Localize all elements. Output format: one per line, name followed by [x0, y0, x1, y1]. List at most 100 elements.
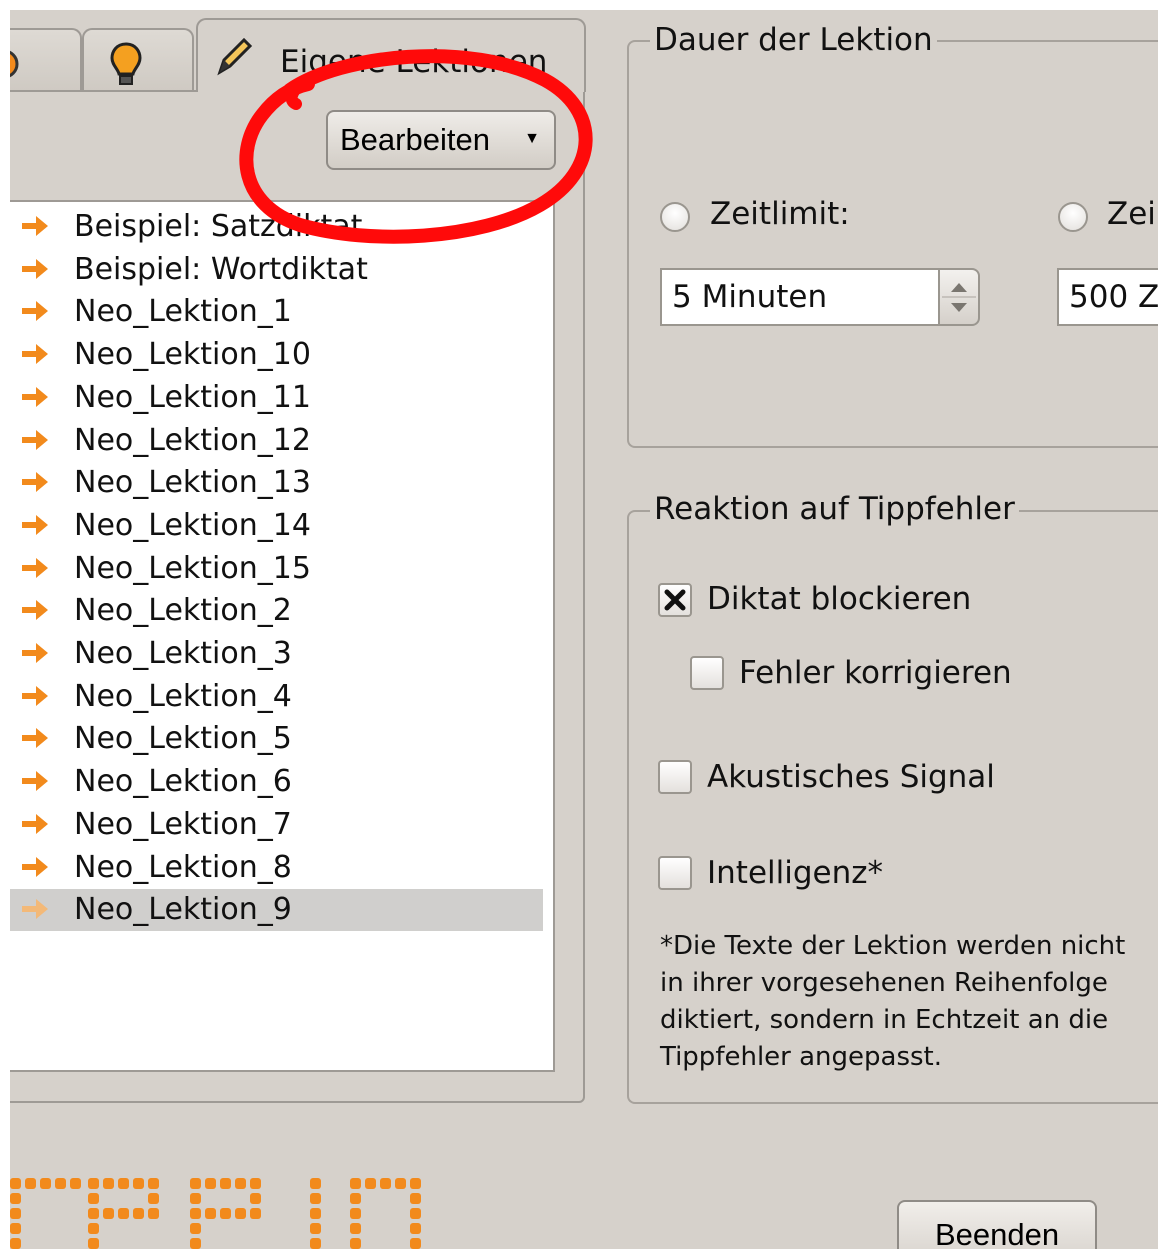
time-limit-stepper[interactable] — [938, 268, 980, 326]
arrow-right-icon — [22, 643, 48, 663]
logo-dot — [250, 1193, 261, 1204]
lesson-item[interactable]: Neo_Lektion_7 — [10, 804, 543, 846]
lesson-item[interactable]: Neo_Lektion_12 — [10, 420, 543, 462]
intelligence-checkbox[interactable] — [658, 856, 692, 890]
logo-dot — [118, 1178, 129, 1189]
logo-dot — [190, 1193, 201, 1204]
time-limit-label: Zeitlimit: — [710, 196, 850, 232]
tab-own-lessons[interactable]: Eigene Lektionen — [196, 18, 586, 92]
arrow-right-icon — [22, 514, 48, 535]
time-limit-radio[interactable] — [660, 202, 690, 232]
logo-dot — [410, 1208, 421, 1219]
lesson-item[interactable]: Neo_Lektion_14 — [10, 505, 543, 547]
edit-menu-button[interactable]: Bearbeiten ▼ — [326, 110, 556, 170]
logo-dot — [10, 1193, 21, 1204]
app-logo — [10, 1178, 421, 1249]
logo-dot — [350, 1223, 361, 1234]
lesson-list[interactable]: Beispiel: Satzdiktat Beispiel: Wortdiktat… — [10, 200, 555, 1072]
quit-button[interactable]: Beenden — [897, 1200, 1097, 1249]
logo-dot — [88, 1238, 99, 1249]
logo-dot — [10, 1238, 21, 1249]
time-limit-input[interactable]: 5 Minuten — [660, 268, 942, 326]
lesson-item[interactable]: Beispiel: Wortdiktat — [10, 249, 543, 291]
tab-statistics[interactable] — [10, 28, 82, 90]
logo-dot — [410, 1223, 421, 1234]
logo-dot — [103, 1178, 114, 1189]
lesson-item[interactable]: Neo_Lektion_6 — [10, 761, 543, 803]
logo-dot — [10, 1208, 21, 1219]
arrow-right-icon — [22, 899, 48, 920]
lesson-item[interactable]: Neo_Lektion_13 — [10, 462, 543, 504]
lesson-label: Neo_Lektion_3 — [74, 636, 292, 671]
logo-dot — [133, 1208, 144, 1219]
lesson-item[interactable]: Neo_Lektion_4 — [10, 676, 543, 718]
logo-dot — [350, 1238, 361, 1249]
arrow-right-icon — [22, 813, 48, 834]
logo-dot — [40, 1178, 51, 1189]
char-limit-radio[interactable] — [1058, 202, 1088, 232]
lesson-item[interactable]: Neo_Lektion_10 — [10, 334, 543, 376]
lesson-item[interactable]: Neo_Lektion_8 — [10, 847, 543, 889]
char-limit-input[interactable]: 500 Z — [1057, 268, 1158, 326]
lesson-item[interactable]: Neo_Lektion_11 — [10, 377, 543, 419]
checkmark-x-icon — [664, 589, 686, 611]
block-dictation-checkbox[interactable] — [658, 583, 692, 617]
logo-dot — [410, 1238, 421, 1249]
lightbulb-icon — [110, 42, 142, 85]
tab-label: Eigene Lektionen — [280, 44, 548, 80]
logo-dot — [310, 1178, 321, 1189]
lesson-item[interactable]: Neo_Lektion_5 — [10, 718, 543, 760]
arrow-right-icon — [22, 429, 48, 450]
logo-dot — [103, 1208, 114, 1219]
lesson-label: Neo_Lektion_15 — [74, 550, 311, 586]
arrow-right-icon — [22, 728, 48, 749]
duration-title: Dauer der Lektion — [650, 22, 937, 58]
lesson-item[interactable]: Neo_Lektion_1 — [10, 291, 543, 333]
logo-dot — [410, 1193, 421, 1204]
lesson-label: Neo_Lektion_12 — [74, 422, 311, 458]
logo-dot — [250, 1178, 261, 1189]
lesson-label: Neo_Lektion_8 — [74, 849, 292, 885]
logo-dot — [55, 1178, 66, 1189]
logo-dot — [310, 1238, 321, 1249]
arrow-right-icon — [22, 216, 48, 236]
block-dictation-label: Diktat blockieren — [707, 581, 972, 617]
logo-dot — [310, 1223, 321, 1234]
logo-dot — [10, 1223, 21, 1234]
arrow-right-icon — [22, 386, 48, 407]
acoustic-signal-checkbox[interactable] — [658, 760, 692, 794]
logo-dot — [190, 1238, 201, 1249]
orange-circle-icon — [10, 50, 19, 78]
edit-button-label: Bearbeiten — [340, 122, 490, 157]
intelligence-label: Intelligenz* — [707, 855, 884, 891]
correct-errors-checkbox[interactable] — [690, 656, 724, 690]
lesson-item[interactable]: Neo_Lektion_3 — [10, 633, 543, 675]
logo-dot — [350, 1208, 361, 1219]
lesson-label: Neo_Lektion_14 — [74, 507, 311, 543]
pencil-icon — [217, 37, 253, 76]
lesson-item[interactable]: Beispiel: Satzdiktat — [10, 206, 543, 248]
logo-dot — [148, 1178, 159, 1189]
tab-tips[interactable] — [82, 28, 194, 90]
logo-dot — [190, 1208, 201, 1219]
lesson-label: Neo_Lektion_2 — [74, 593, 292, 629]
logo-dot — [25, 1178, 36, 1189]
lesson-item[interactable]: Neo_Lektion_15 — [10, 548, 543, 590]
logo-dot — [88, 1193, 99, 1204]
logo-dot — [148, 1208, 159, 1219]
lesson-item[interactable]: Neo_Lektion_9 — [10, 889, 543, 932]
logo-dot — [310, 1208, 321, 1219]
logo-dot — [250, 1208, 261, 1219]
logo-dot — [235, 1208, 246, 1219]
logo-dot — [220, 1178, 231, 1189]
error-reaction-title: Reaktion auf Tippfehler — [650, 491, 1019, 527]
logo-dot — [190, 1223, 201, 1234]
intelligence-note: *Die Texte der Lektion werden nicht in i… — [660, 931, 1126, 1072]
lesson-item[interactable]: Neo_Lektion_2 — [10, 590, 543, 632]
logo-dot — [380, 1178, 391, 1189]
arrow-right-icon — [22, 771, 48, 792]
char-limit-label: Zei — [1107, 196, 1156, 232]
arrow-right-icon — [22, 685, 48, 706]
logo-dot — [310, 1193, 321, 1204]
lesson-label: Neo_Lektion_4 — [74, 678, 292, 714]
